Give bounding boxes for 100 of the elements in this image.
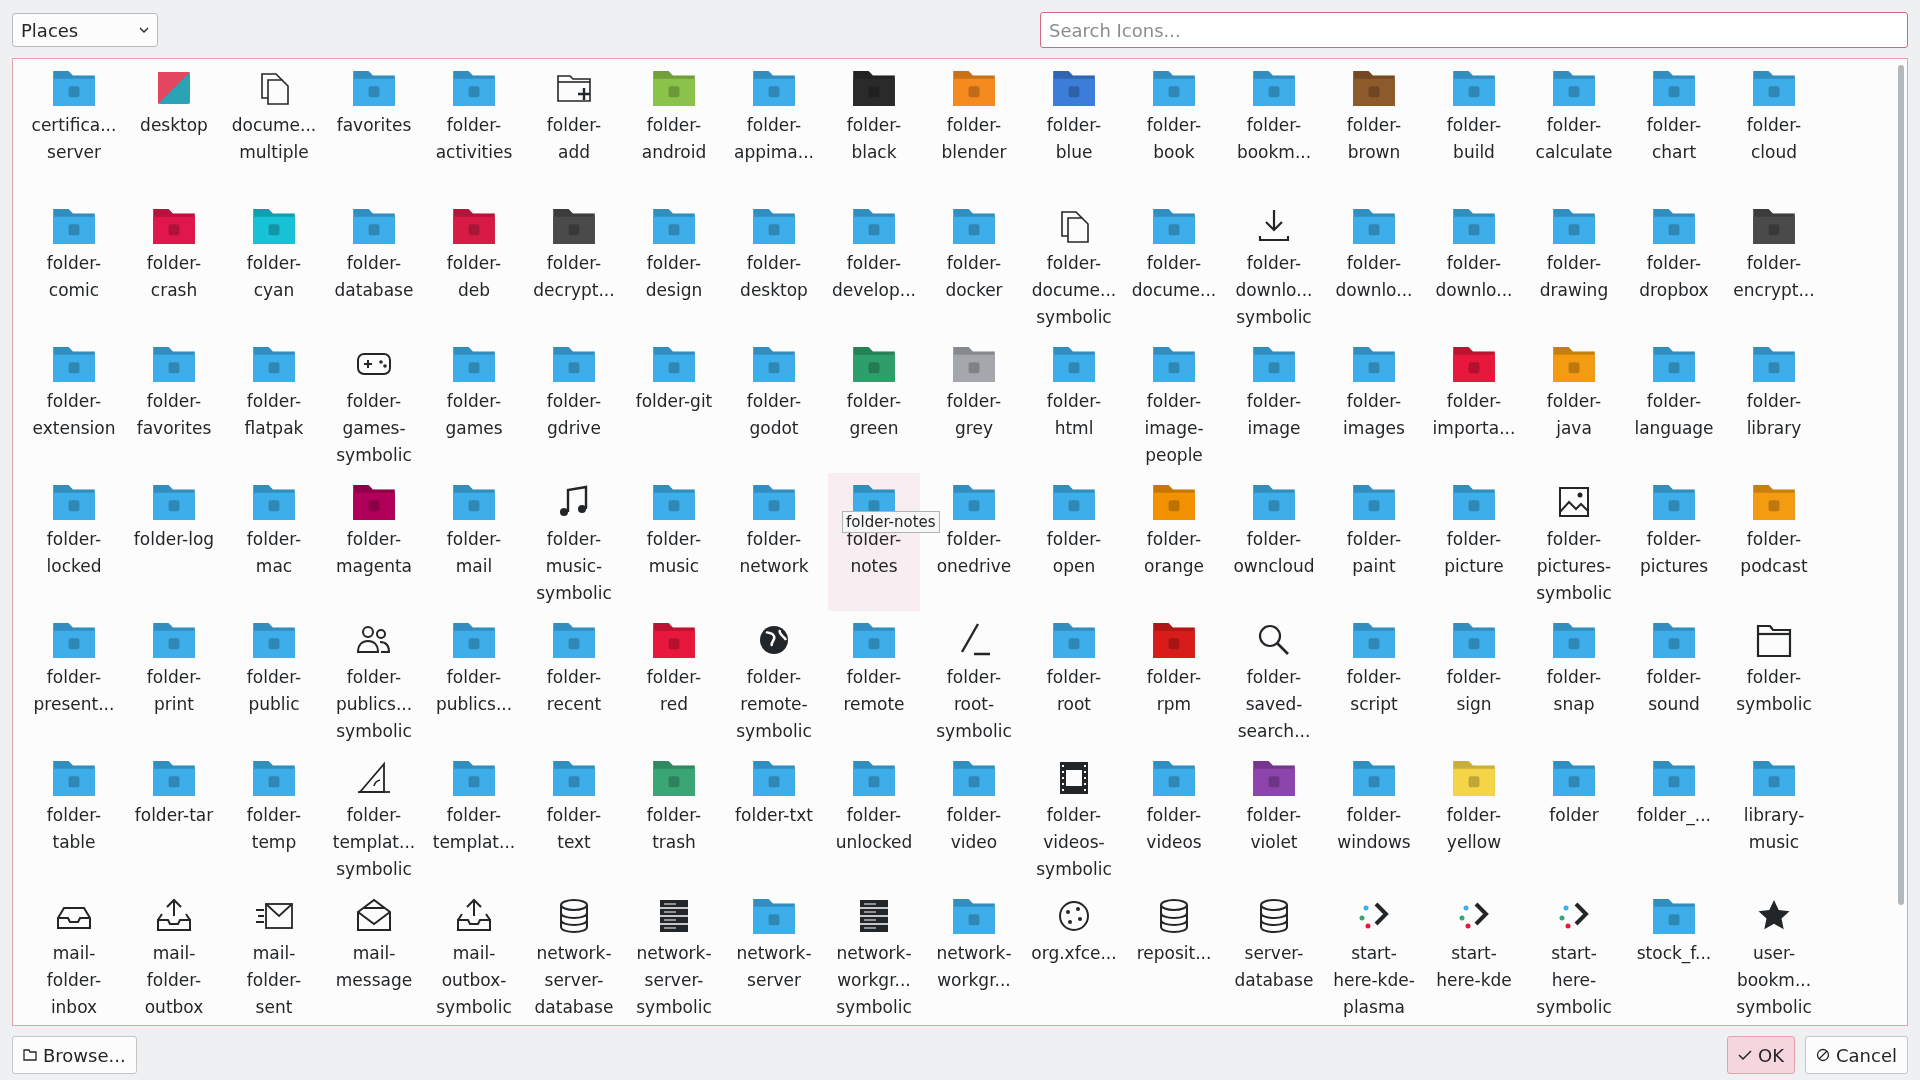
icon-label[interactable]: folder- decrypt... <box>533 250 615 304</box>
icon-label[interactable]: folder- blue <box>1046 112 1102 166</box>
icon-label[interactable]: mail- folder- sent <box>246 940 302 1021</box>
icon-label[interactable]: folder- java <box>1546 388 1602 442</box>
icon-label[interactable]: folder- blender <box>941 112 1007 166</box>
icon-label[interactable]: folder- text <box>546 802 602 856</box>
icon-label[interactable]: folder- pictures <box>1639 526 1709 580</box>
icon-label[interactable]: folder- images <box>1343 388 1405 442</box>
icon-label[interactable]: folder- remote- symbolic <box>736 664 812 745</box>
icon-label[interactable]: folder- picture <box>1444 526 1504 580</box>
icon-label[interactable]: folder- android <box>641 112 707 166</box>
icon-label[interactable]: docume... multiple <box>231 112 317 166</box>
icon-label[interactable]: folder- grey <box>946 388 1002 442</box>
icon-label[interactable]: folder- desktop <box>740 250 808 304</box>
icon-label[interactable]: org.xfce... <box>1031 940 1117 967</box>
icon-label[interactable]: folder- open <box>1046 526 1102 580</box>
icon-label[interactable]: library- music <box>1743 802 1805 856</box>
icon-label[interactable]: folder- mac <box>246 526 302 580</box>
icon-label[interactable]: folder- recent <box>546 664 602 718</box>
icon-label[interactable]: folder- video <box>946 802 1002 856</box>
icon-label[interactable]: network- workgr... symbolic <box>836 940 912 1021</box>
icon-label[interactable]: folder- chart <box>1646 112 1702 166</box>
icon-label[interactable]: folder- library <box>1746 388 1802 442</box>
icon-label[interactable]: folder- design <box>645 250 703 304</box>
icon-label[interactable]: folder- locked <box>46 526 102 580</box>
icon-label[interactable]: favorites <box>336 112 412 139</box>
icon-label[interactable]: folder-tar <box>134 802 214 829</box>
icon-label[interactable]: folder- add <box>546 112 602 166</box>
icon-label[interactable]: folder- build <box>1446 112 1502 166</box>
scrollbar-thumb[interactable] <box>1898 65 1904 905</box>
icon-label[interactable]: folder- templat... symbolic <box>332 802 416 883</box>
icon-label[interactable]: folder- pictures- symbolic <box>1536 526 1612 607</box>
icon-label[interactable]: folder- sound <box>1646 664 1702 718</box>
icon-label[interactable]: folder- flatpak <box>244 388 304 442</box>
icon-label[interactable]: folder- drawing <box>1539 250 1609 304</box>
icon-label[interactable]: folder- paint <box>1346 526 1402 580</box>
icon-label[interactable]: folder- saved- search... <box>1237 664 1311 745</box>
icon-label[interactable]: folder- favorites <box>136 388 212 442</box>
icon-label[interactable]: start- here-kde <box>1436 940 1512 994</box>
icon-label[interactable]: folder- docume... <box>1131 250 1217 304</box>
icon-label[interactable]: folder- image- people <box>1144 388 1204 469</box>
icon-label[interactable]: folder- language <box>1634 388 1714 442</box>
ok-button[interactable]: OK <box>1727 1036 1795 1074</box>
icon-label[interactable]: folder- book <box>1146 112 1202 166</box>
icon-label[interactable]: folder- windows <box>1337 802 1411 856</box>
icon-label[interactable]: folder- godot <box>746 388 802 442</box>
icon-label[interactable]: folder- dropbox <box>1639 250 1709 304</box>
places-dropdown[interactable]: Places <box>12 13 158 47</box>
icon-label[interactable]: folder- music <box>646 526 702 580</box>
icon-label[interactable]: folder- yellow <box>1446 802 1502 856</box>
icon-label[interactable]: folder-txt <box>735 802 813 829</box>
icon-label[interactable]: reposit... <box>1136 940 1212 967</box>
icon-label[interactable]: network- server- symbolic <box>636 940 712 1021</box>
icon-label[interactable]: folder- red <box>646 664 702 718</box>
icon-label[interactable]: desktop <box>140 112 208 139</box>
icon-label[interactable]: folder- root- symbolic <box>936 664 1012 745</box>
icon-label[interactable]: folder- cyan <box>246 250 302 304</box>
icon-label[interactable]: folder <box>1549 802 1599 829</box>
icon-label[interactable]: folder- print <box>146 664 202 718</box>
icon-label[interactable]: network- server <box>736 940 812 994</box>
icon-label[interactable]: network- workgr... <box>936 940 1012 994</box>
icon-label[interactable]: folder- table <box>46 802 102 856</box>
icon-label[interactable]: folder- violet <box>1246 802 1302 856</box>
icon-label[interactable]: folder- owncloud <box>1233 526 1315 580</box>
icon-label[interactable]: folder- publics... symbolic <box>335 664 413 745</box>
icon-label[interactable]: folder- encrypt... <box>1733 250 1815 304</box>
icon-label[interactable]: folder- docume... symbolic <box>1031 250 1117 331</box>
icon-label[interactable]: folder- podcast <box>1740 526 1808 580</box>
icon-label[interactable]: folder- snap <box>1546 664 1602 718</box>
icon-label[interactable]: folder_... <box>1636 802 1712 829</box>
icon-label[interactable]: folder- activities <box>435 112 513 166</box>
icon-label[interactable]: folder- importa... <box>1432 388 1516 442</box>
icon-label[interactable]: folder- comic <box>46 250 102 304</box>
icon-label[interactable]: folder- calculate <box>1535 112 1613 166</box>
icon-label[interactable]: mail- folder- inbox <box>46 940 102 1021</box>
icon-label[interactable]: folder- bookm... <box>1236 112 1312 166</box>
icon-label[interactable]: folder- gdrive <box>546 388 602 442</box>
icon-label[interactable]: folder- brown <box>1346 112 1402 166</box>
icon-label[interactable]: server- database <box>1234 940 1314 994</box>
icon-label[interactable]: certifica... server <box>31 112 117 166</box>
icon-label[interactable]: folder- videos <box>1146 802 1202 856</box>
icon-label[interactable]: folder- docker <box>945 250 1003 304</box>
icon-label[interactable]: mail- outbox- symbolic <box>436 940 512 1021</box>
icon-label[interactable]: folder- public <box>246 664 302 718</box>
icon-label[interactable]: folder- script <box>1346 664 1402 718</box>
icon-label[interactable]: folder- sign <box>1446 664 1502 718</box>
icon-label[interactable]: folder-log <box>133 526 215 553</box>
icon-label[interactable]: folder- music- symbolic <box>536 526 612 607</box>
icon-label[interactable]: folder- downlo... <box>1435 250 1513 304</box>
icon-label[interactable]: folder- temp <box>246 802 302 856</box>
icon-label[interactable]: folder- cloud <box>1746 112 1802 166</box>
icon-label[interactable]: folder- games- symbolic <box>336 388 412 469</box>
icon-label[interactable]: folder- develop... <box>832 250 916 304</box>
icon-label[interactable]: folder- rpm <box>1146 664 1202 718</box>
icon-label[interactable]: folder- deb <box>446 250 502 304</box>
icon-label[interactable]: folder- black <box>846 112 902 166</box>
icon-label[interactable]: folder- html <box>1046 388 1102 442</box>
icon-label[interactable]: folder- publics... <box>435 664 513 718</box>
icon-label[interactable]: folder- present... <box>33 664 115 718</box>
icon-label[interactable]: folder- database <box>334 250 414 304</box>
